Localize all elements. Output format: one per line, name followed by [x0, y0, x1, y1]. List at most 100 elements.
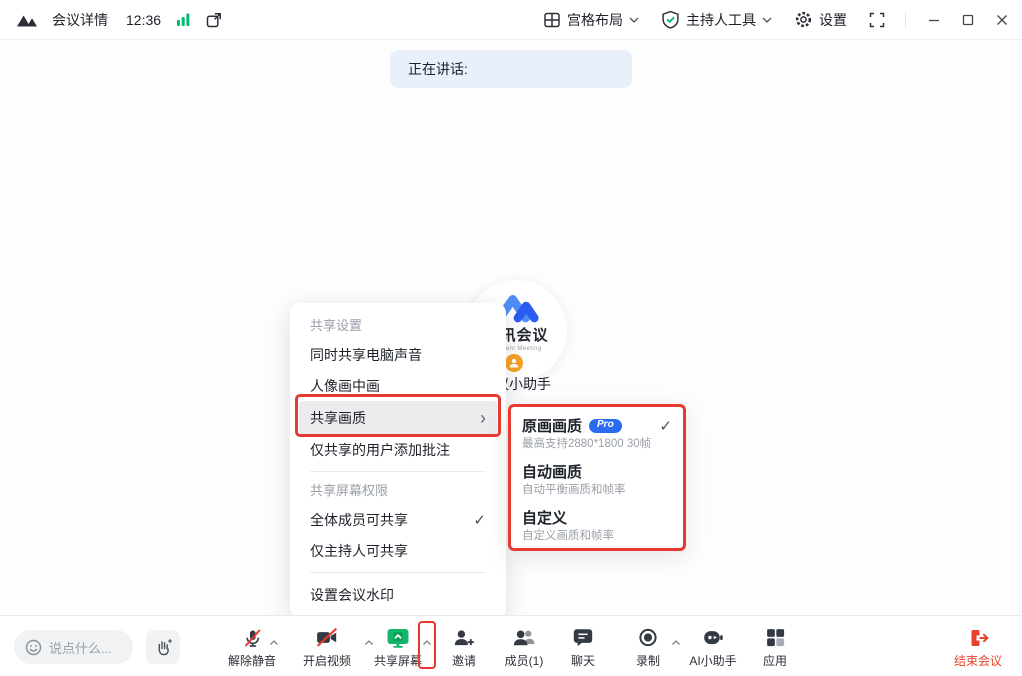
- raised-hand-icon: [158, 638, 172, 655]
- pro-badge: Pro: [589, 418, 622, 433]
- invite-button[interactable]: 邀请: [452, 624, 476, 669]
- minimize-icon: [929, 19, 939, 21]
- grid-layout-icon: [543, 11, 561, 29]
- start-video-label: 开启视频: [302, 654, 352, 668]
- share-settings-header: 共享设置: [310, 318, 363, 333]
- meeting-timer: 12:36: [126, 11, 162, 28]
- open-external-icon[interactable]: [205, 11, 223, 29]
- smiley-icon[interactable]: [25, 639, 42, 656]
- chat-label: 聊天: [570, 654, 596, 668]
- share-screen-icon: [386, 624, 410, 651]
- submenu-item-original-quality[interactable]: 原画画质 Pro ✓: [522, 414, 672, 437]
- record-options-chevron[interactable]: [672, 640, 681, 646]
- titlebar: 会议详情 12:36 宫格布局 主持人工具 设置: [0, 0, 1022, 40]
- apps-grid-icon: [764, 624, 785, 651]
- meeting-details-button[interactable]: 会议详情: [52, 10, 108, 30]
- menu-item-label: 仅主持人可共享: [310, 542, 408, 559]
- host-tools-label: 主持人工具: [686, 11, 756, 28]
- ai-assistant-button[interactable]: AI小助手: [689, 624, 737, 669]
- meeting-window: 会议详情 12:36 宫格布局 主持人工具 设置 正在讲话: 腾讯会议 Tenc…: [0, 0, 1022, 676]
- unmute-label: 解除静音: [227, 654, 277, 668]
- submenu-item-desc: 自动平衡画质和帧率: [522, 484, 626, 496]
- menu-item-picture-in-picture[interactable]: 人像画中画: [290, 370, 506, 401]
- shield-check-icon: [661, 10, 680, 29]
- submenu-item-desc: 最高支持2880*1800 30帧: [522, 438, 652, 450]
- menu-item-host-only-can-share[interactable]: 仅主持人可共享: [290, 535, 506, 566]
- members-button[interactable]: 成员(1): [504, 624, 544, 669]
- message-input[interactable]: 说点什么...: [14, 630, 133, 664]
- submenu-item-custom-quality[interactable]: 自定义: [522, 506, 672, 529]
- host-tools-button[interactable]: 主持人工具: [661, 10, 772, 30]
- menu-item-label: 人像画中画: [310, 377, 380, 394]
- apps-label: 应用: [762, 654, 788, 668]
- message-placeholder: 说点什么...: [49, 640, 112, 656]
- person-icon: [509, 358, 519, 368]
- video-options-chevron[interactable]: [365, 640, 374, 646]
- assistant-avatar: [503, 352, 525, 374]
- layout-switcher[interactable]: 宫格布局: [543, 10, 639, 30]
- maximize-icon: [962, 14, 974, 25]
- minimize-button[interactable]: [928, 14, 940, 26]
- share-options-chevron[interactable]: [423, 640, 432, 646]
- microphone-muted-icon: [240, 624, 263, 651]
- layout-label: 宫格布局: [567, 11, 623, 28]
- end-meeting-icon: [966, 624, 989, 651]
- menu-item-label: 仅共享的用户添加批注: [310, 441, 450, 458]
- end-meeting-button[interactable]: 结束会议: [954, 624, 1002, 669]
- share-options-menu: 共享设置 同时共享电脑声音 人像画中画 共享画质 › 仅共享的用户添加批注 共享…: [290, 303, 506, 618]
- menu-item-share-computer-audio[interactable]: 同时共享电脑声音: [290, 339, 506, 370]
- menu-divider: [310, 572, 486, 573]
- submenu-item-label: 原画画质: [522, 418, 583, 435]
- titlebar-divider: [905, 11, 906, 28]
- share-permission-header: 共享屏幕权限: [310, 483, 389, 498]
- close-button[interactable]: [996, 14, 1008, 26]
- chat-button[interactable]: 聊天: [571, 624, 595, 669]
- speaking-label: 正在讲话:: [408, 61, 468, 77]
- bottom-toolbar: 说点什么... 解除静音 开启视频 共享屏幕 邀请 成员(1) 聊天 录制 AI…: [0, 615, 1022, 676]
- menu-item-label: 共享画质: [310, 409, 366, 426]
- close-icon: [997, 14, 1007, 25]
- submenu-item-label: 自定义: [522, 510, 568, 527]
- speaking-banner: 正在讲话:: [390, 50, 632, 88]
- menu-item-all-members-can-share[interactable]: 全体成员可共享 ✓: [290, 504, 506, 535]
- share-quality-submenu: 原画画质 Pro ✓ 最高支持2880*1800 30帧 自动画质 自动平衡画质…: [508, 404, 686, 551]
- share-screen-button[interactable]: 共享屏幕: [374, 624, 422, 669]
- apps-button[interactable]: 应用: [763, 624, 787, 669]
- end-meeting-label: 结束会议: [953, 654, 1003, 668]
- chevron-down-icon: [629, 17, 639, 23]
- menu-item-label: 全体成员可共享: [310, 511, 408, 528]
- menu-item-label: 设置会议水印: [310, 586, 394, 603]
- unmute-button[interactable]: 解除静音: [228, 624, 276, 669]
- settings-button[interactable]: 设置: [794, 10, 847, 30]
- record-icon: [637, 624, 659, 651]
- check-icon: ✓: [659, 417, 672, 435]
- settings-label: 设置: [819, 11, 847, 28]
- gear-icon: [794, 10, 813, 29]
- chevron-down-icon: [762, 17, 772, 23]
- maximize-button[interactable]: [962, 14, 974, 26]
- chat-bubble-icon: [572, 624, 594, 651]
- record-label: 录制: [635, 654, 661, 668]
- network-signal-icon[interactable]: [175, 12, 191, 28]
- menu-item-set-watermark[interactable]: 设置会议水印: [290, 579, 506, 610]
- menu-item-label: 同时共享电脑声音: [310, 346, 422, 363]
- raise-hand-button[interactable]: [146, 630, 180, 664]
- members-label: 成员(1): [504, 654, 544, 668]
- members-icon: [511, 624, 536, 651]
- fullscreen-button[interactable]: [869, 12, 885, 28]
- submenu-item-auto-quality[interactable]: 自动画质: [522, 460, 672, 483]
- app-logo-icon: [16, 11, 38, 29]
- record-button[interactable]: 录制: [636, 624, 660, 669]
- menu-item-only-sharer-annotate[interactable]: 仅共享的用户添加批注: [290, 434, 506, 465]
- submenu-item-desc: 自定义画质和帧率: [522, 530, 614, 542]
- invite-person-icon: [452, 624, 476, 651]
- menu-item-share-quality[interactable]: 共享画质 ›: [299, 401, 497, 434]
- fullscreen-icon: [869, 12, 885, 28]
- share-screen-label: 共享屏幕: [373, 654, 423, 668]
- start-video-button[interactable]: 开启视频: [303, 624, 351, 669]
- ai-assistant-label: AI小助手: [689, 654, 737, 668]
- invite-label: 邀请: [451, 654, 477, 668]
- titlebar-right: 宫格布局 主持人工具 设置: [521, 10, 1008, 30]
- mute-options-chevron[interactable]: [270, 640, 279, 646]
- submenu-item-label: 自动画质: [522, 464, 583, 481]
